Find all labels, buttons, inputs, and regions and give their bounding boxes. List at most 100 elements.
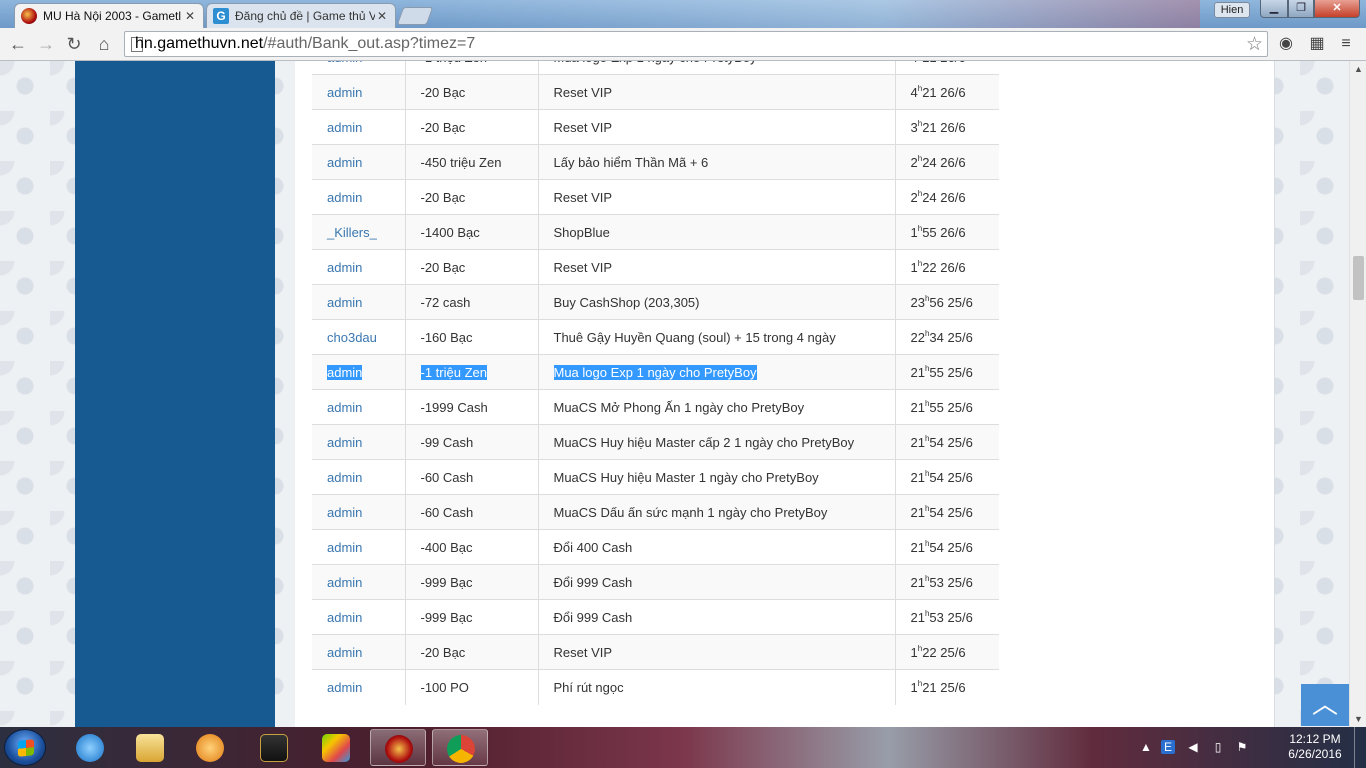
time-cell: 23h56 25/6 [895,284,999,320]
time-cell: 21h54 25/6 [895,424,999,460]
time-hour: 1 [910,644,918,660]
description-text: MuaCS Huy hiệu Master cấp 2 1 ngày cho P… [553,434,855,450]
tab-mu-hanoi[interactable]: MU Hà Nội 2003 - Gametl ✕ [14,3,204,28]
scroll-down-arrow-icon[interactable]: ▼ [1350,711,1366,727]
vertical-scrollbar[interactable]: ▲ ▼ [1349,61,1366,727]
tab-dang-chu-de[interactable]: G Đăng chủ đề | Game thủ V ✕ [206,3,396,28]
network-icon[interactable]: ▯ [1211,740,1225,754]
amount-cell: -99 Cash [405,424,539,460]
amount-text: -100 PO [420,679,469,695]
amount-cell: -20 Bạc [405,249,539,285]
username-link[interactable]: admin [327,364,363,380]
mu-launcher-icon[interactable] [370,729,426,766]
username-link[interactable]: admin [327,610,362,625]
close-tab-icon[interactable]: ✕ [375,9,389,23]
action-center-icon[interactable]: ⚑ [1235,740,1249,754]
username-link[interactable]: _Killers_ [327,225,377,240]
description-cell: Phí rút ngọc [538,669,896,705]
amount-cell: -20 Bạc [405,109,539,145]
amount-cell: -20 Bạc [405,634,539,670]
back-to-top-button[interactable]: ︿ [1301,684,1349,726]
username-link[interactable]: cho3dau [327,330,377,345]
description-cell: Lấy bảo hiểm Thần Mã + 6 [538,144,896,180]
time-hour: 1 [910,224,918,240]
file-explorer-icon[interactable] [122,729,178,766]
description-cell: Thuê Gậy Huyền Quang (soul) + 15 trong 4… [538,319,896,355]
time-cell: 21h54 25/6 [895,529,999,565]
taskbar-clock[interactable]: 12:12 PM 6/26/2016 [1280,732,1350,762]
minimize-window-button[interactable]: ▁ [1260,0,1288,18]
table-row: admin -20 Bạc Reset VIP 1h22 25/6 [312,634,999,670]
amount-text: -60 Cash [420,469,474,485]
username-link[interactable]: admin [327,190,362,205]
address-bar[interactable]: hn.gamethuvn.net/#auth/Bank_out.asp?time… [124,31,1268,57]
username-link[interactable]: admin [327,645,362,660]
forward-icon[interactable]: → [34,33,58,55]
bluestacks-icon[interactable] [308,729,364,766]
bookmark-star-icon[interactable]: ☆ [1246,33,1263,56]
show-desktop-button[interactable] [1354,727,1366,768]
scrollbar-thumb[interactable] [1353,256,1364,300]
close-window-button[interactable]: ✕ [1314,0,1360,18]
time-rest: 54 25/6 [929,539,973,555]
windows-logo-icon [18,739,34,757]
username-link[interactable]: admin [327,540,362,555]
chrome-icon[interactable] [432,729,488,766]
description-cell: Mua logo Exp 1 ngày cho PretyBoy [538,61,896,75]
gamethu-favicon-icon: G [213,8,229,24]
username-link[interactable]: admin [327,435,362,450]
username-link[interactable]: admin [327,575,362,590]
description-text: Mua logo Exp 1 ngày cho PretyBoy [554,61,757,65]
time-rest: 21 26/6 [922,119,966,135]
username-link[interactable]: admin [327,61,362,65]
input-method-icon[interactable]: E [1161,740,1175,754]
username-link[interactable]: admin [327,85,362,100]
menu-icon[interactable]: ≡ [1336,34,1356,54]
username-link[interactable]: admin [327,680,362,695]
username-link[interactable]: admin [327,470,362,485]
maximize-window-button[interactable]: ❐ [1288,0,1314,18]
url-text[interactable]: hn.gamethuvn.net/#auth/Bank_out.asp?time… [135,35,475,53]
time-rest: 55 25/6 [929,364,973,380]
ie-glyph [76,734,104,762]
internet-explorer-icon[interactable] [62,729,118,766]
description-cell: MuaCS Huy hiệu Master cấp 2 1 ngày cho P… [538,424,896,460]
time-hour: 2 [910,154,918,170]
user-cell: admin [312,74,406,110]
table-row: admin -60 Cash MuaCS Dấu ấn sức mạnh 1 n… [312,494,999,530]
close-tab-icon[interactable]: ✕ [183,9,197,23]
time-hour: 23 [910,294,925,310]
time-cell: 21h54 25/6 [895,459,999,495]
username-link[interactable]: admin [327,295,362,310]
description-text: Reset VIP [553,84,613,100]
back-icon[interactable]: ← [6,33,30,55]
qr-icon[interactable]: ▦ [1307,34,1327,54]
amount-text: -20 Bạc [420,189,466,205]
username-link[interactable]: admin [327,505,362,520]
home-icon[interactable]: ⌂ [92,33,116,55]
volume-icon[interactable]: ◀ [1186,740,1200,754]
start-button[interactable] [4,729,46,766]
user-cell: admin [312,459,406,495]
description-text: Buy CashShop (203,305) [553,294,700,310]
profile-badge[interactable]: Hien [1214,2,1250,18]
description-text: MuaCS Mở Phong Ấn 1 ngày cho PretyBoy [553,399,805,415]
mu-game-icon[interactable] [246,729,302,766]
time-hour: 21 [910,364,925,380]
username-link[interactable]: admin [327,120,362,135]
show-hidden-icons-icon[interactable]: ▲ [1139,740,1153,754]
description-cell: Đổi 400 Cash [538,529,896,565]
scroll-up-arrow-icon[interactable]: ▲ [1350,61,1366,77]
username-link[interactable]: admin [327,400,362,415]
description-cell: Reset VIP [538,249,896,285]
table-row: admin -20 Bạc Reset VIP 4h21 26/6 [312,74,999,110]
reload-icon[interactable]: ↻ [62,33,86,55]
media-player-icon[interactable] [182,729,238,766]
username-link[interactable]: admin [327,155,362,170]
extension-icon[interactable]: ◉ [1276,34,1296,54]
username-link[interactable]: admin [327,260,362,275]
user-cell: admin [312,669,406,705]
amount-text: -20 Bạc [420,644,466,660]
time-cell: 22h34 25/6 [895,319,999,355]
time-rest: 54 25/6 [929,434,973,450]
